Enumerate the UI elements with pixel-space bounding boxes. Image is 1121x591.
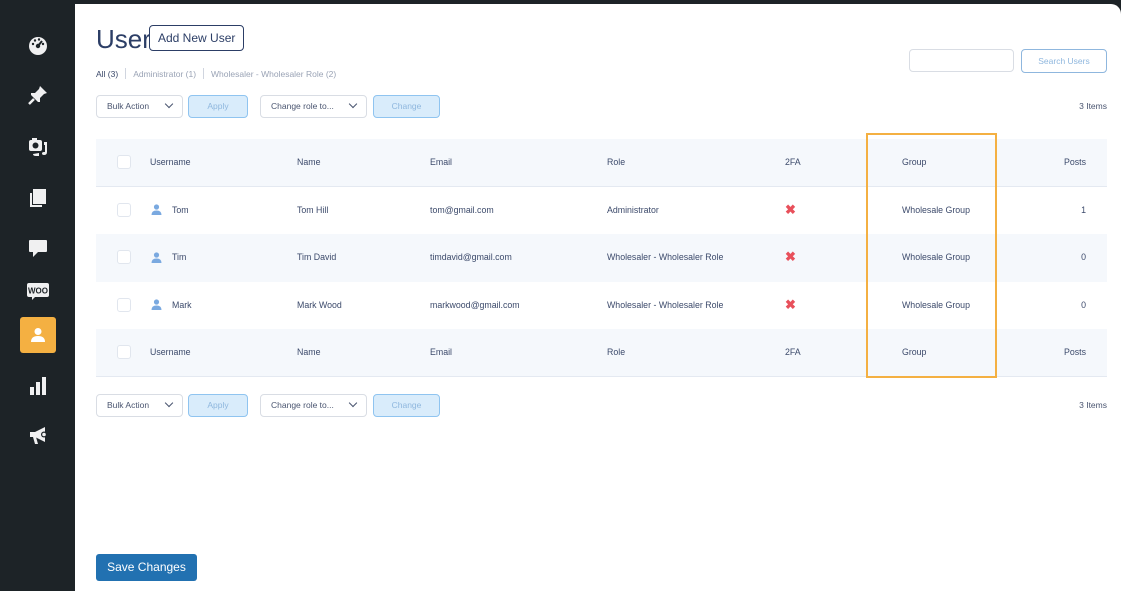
- chevron-down-icon: [348, 99, 358, 109]
- apply-button-bottom[interactable]: Apply: [188, 394, 248, 417]
- column-username[interactable]: Username: [150, 329, 191, 376]
- column-email[interactable]: Email: [430, 329, 452, 376]
- add-new-user-button[interactable]: Add New User: [149, 25, 245, 51]
- username-text[interactable]: Mark: [172, 300, 192, 310]
- column-role: Role: [607, 347, 626, 358]
- main-panel: User Add New User All (3) Administrator …: [75, 4, 1121, 591]
- change-role-select-bottom[interactable]: Change role to...: [260, 394, 367, 417]
- email-cell[interactable]: timdavid@gmail.com: [430, 234, 512, 281]
- filter-separator: [203, 68, 205, 79]
- change-button-top[interactable]: Change: [373, 95, 440, 118]
- save-changes-button[interactable]: Save Changes: [96, 554, 197, 581]
- filter-all[interactable]: All (3): [96, 69, 118, 79]
- twofa-disabled-icon: ✖: [785, 187, 796, 234]
- pin-icon[interactable]: [20, 77, 56, 113]
- chevron-down-icon: [348, 398, 358, 408]
- select-all-checkbox[interactable]: [117, 155, 131, 170]
- role-cell: Wholesaler - Wholesaler Role: [607, 299, 724, 310]
- column-posts[interactable]: Posts: [1064, 139, 1086, 186]
- woo-icon[interactable]: WOO: [20, 273, 56, 309]
- change-button-bottom[interactable]: Change: [373, 394, 440, 417]
- comments-icon[interactable]: [20, 230, 56, 266]
- column-2fa: 2FA: [785, 157, 801, 168]
- username-cell[interactable]: Mark: [150, 282, 192, 329]
- name-cell: Tim David: [297, 252, 337, 263]
- name-cell: Mark Wood: [297, 299, 342, 310]
- close-icon: ✖: [785, 201, 796, 217]
- filter-wholesaler[interactable]: Wholesaler - Wholesaler Role (2): [211, 69, 336, 79]
- twofa-disabled-icon: ✖: [785, 282, 796, 329]
- items-count-top: 3 Items: [1079, 101, 1107, 111]
- change-role-label: Change role to...: [271, 400, 334, 410]
- user-avatar-icon: [151, 299, 162, 311]
- users-icon[interactable]: [20, 317, 56, 353]
- username-text[interactable]: Tom: [172, 205, 189, 215]
- row-checkbox[interactable]: [117, 250, 131, 265]
- change-role-select-top[interactable]: Change role to...: [260, 95, 367, 118]
- pages-icon[interactable]: [20, 180, 56, 216]
- bulk-action-label: Bulk Action: [107, 400, 150, 410]
- column-name[interactable]: Name: [297, 329, 320, 376]
- posts-cell[interactable]: 0: [1081, 282, 1086, 329]
- chevron-down-icon: [164, 99, 174, 109]
- column-2fa: 2FA: [785, 347, 801, 358]
- woo-logo-text: WOO: [28, 287, 48, 296]
- user-avatar-icon: [151, 204, 162, 216]
- role-cell: Administrator: [607, 204, 659, 215]
- group-column-highlight: [866, 133, 997, 378]
- row-checkbox[interactable]: [117, 297, 131, 312]
- name-cell: Tom Hill: [297, 204, 329, 215]
- role-cell: Wholesaler - Wholesaler Role: [607, 252, 724, 263]
- select-all-checkbox-bottom[interactable]: [117, 345, 131, 360]
- posts-cell[interactable]: 0: [1081, 234, 1086, 281]
- email-cell[interactable]: tom@gmail.com: [430, 187, 494, 234]
- username-text[interactable]: Tim: [172, 252, 186, 262]
- email-cell[interactable]: markwood@gmail.com: [430, 282, 520, 329]
- posts-cell[interactable]: 1: [1081, 187, 1086, 234]
- analytics-icon[interactable]: [20, 368, 56, 404]
- column-username[interactable]: Username: [150, 139, 191, 186]
- row-checkbox[interactable]: [117, 202, 131, 217]
- close-icon: ✖: [785, 296, 796, 312]
- marketing-icon[interactable]: [20, 417, 56, 453]
- column-posts[interactable]: Posts: [1064, 329, 1086, 376]
- media-icon[interactable]: [20, 129, 56, 165]
- change-role-label: Change role to...: [271, 101, 334, 111]
- chevron-down-icon: [164, 398, 174, 408]
- filter-administrator[interactable]: Administrator (1): [133, 69, 196, 79]
- column-email[interactable]: Email: [430, 139, 452, 186]
- page-title: User: [96, 24, 151, 54]
- close-icon: ✖: [785, 249, 796, 265]
- column-name[interactable]: Name: [297, 139, 320, 186]
- user-role-filters: All (3) Administrator (1) Wholesaler - W…: [96, 68, 336, 79]
- user-avatar-icon: [151, 252, 162, 263]
- username-cell[interactable]: Tim: [150, 234, 186, 281]
- apply-button-top[interactable]: Apply: [188, 95, 248, 118]
- column-role: Role: [607, 157, 626, 168]
- username-cell[interactable]: Tom: [150, 187, 189, 234]
- dashboard-icon[interactable]: [20, 27, 56, 63]
- bulk-action-select-bottom[interactable]: Bulk Action: [96, 394, 183, 417]
- bulk-action-select-top[interactable]: Bulk Action: [96, 95, 183, 118]
- bulk-action-label: Bulk Action: [107, 101, 150, 111]
- filter-separator: [125, 68, 127, 79]
- search-input[interactable]: [909, 49, 1014, 72]
- search-users-button[interactable]: Search Users: [1021, 49, 1107, 73]
- items-count-bottom: 3 Items: [1079, 400, 1107, 410]
- twofa-disabled-icon: ✖: [785, 234, 796, 281]
- admin-sidebar: WOO: [0, 0, 75, 591]
